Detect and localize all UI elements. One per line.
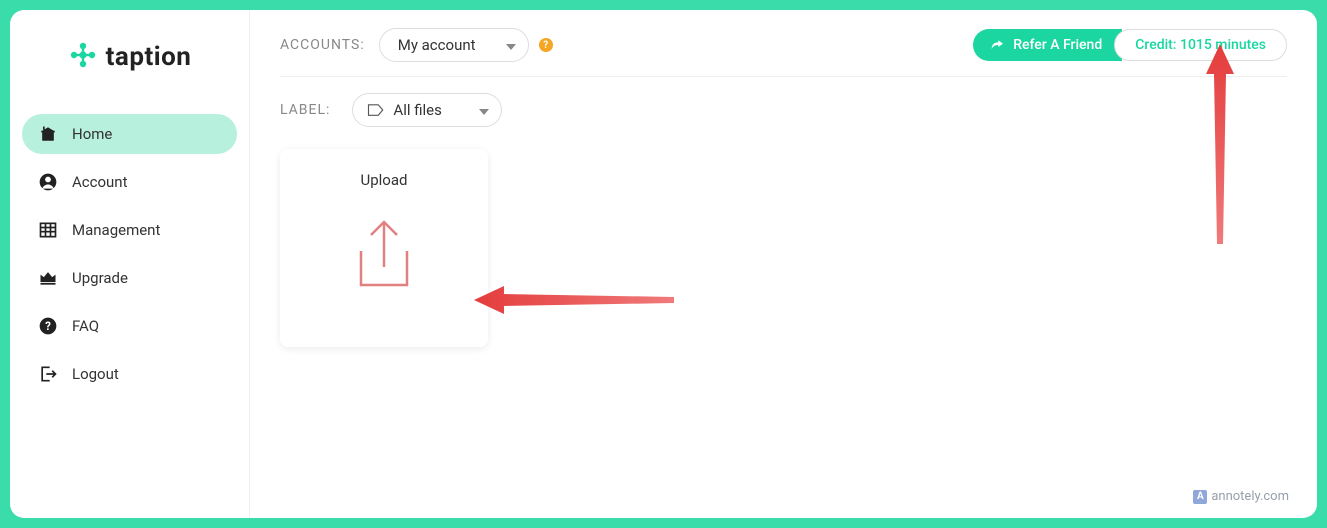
filter-row: LABEL: All files bbox=[280, 77, 1287, 143]
logo-text: taption bbox=[106, 42, 192, 72]
sidebar-item-label: Logout bbox=[72, 365, 119, 383]
refer-friend-button[interactable]: Refer A Friend bbox=[973, 29, 1122, 61]
faq-icon: ? bbox=[38, 316, 58, 336]
logout-icon bbox=[38, 364, 58, 384]
sidebar: taption Home Account Management bbox=[10, 10, 250, 518]
sidebar-item-label: Management bbox=[72, 221, 160, 239]
content-area: Upload bbox=[280, 149, 1287, 347]
credit-badge[interactable]: Credit: 1015 minutes bbox=[1114, 29, 1287, 61]
tag-icon bbox=[367, 103, 385, 117]
chevron-down-icon bbox=[506, 36, 516, 54]
app-frame: taption Home Account Management bbox=[10, 10, 1317, 518]
upload-icon bbox=[353, 217, 415, 295]
refer-friend-label: Refer A Friend bbox=[1013, 37, 1102, 53]
watermark-text: annotely.com bbox=[1211, 489, 1289, 504]
sidebar-item-upgrade[interactable]: Upgrade bbox=[22, 258, 237, 298]
sidebar-item-label: Upgrade bbox=[72, 269, 128, 287]
account-dropdown[interactable]: My account bbox=[379, 28, 529, 62]
svg-text:?: ? bbox=[45, 319, 51, 333]
credit-label: Credit: 1015 minutes bbox=[1135, 37, 1266, 53]
upload-title: Upload bbox=[361, 171, 408, 189]
sidebar-item-label: Home bbox=[72, 125, 112, 143]
label-dropdown[interactable]: All files bbox=[352, 93, 502, 127]
share-icon bbox=[989, 37, 1005, 53]
sidebar-item-home[interactable]: Home bbox=[22, 114, 237, 154]
label-label: LABEL: bbox=[280, 102, 330, 118]
help-icon[interactable]: ? bbox=[539, 38, 553, 52]
topbar: ACCOUNTS: My account ? Refer A Friend Cr… bbox=[280, 28, 1287, 77]
logo-icon bbox=[68, 40, 98, 74]
topbar-right: Refer A Friend Credit: 1015 minutes bbox=[973, 29, 1287, 61]
main-content: ACCOUNTS: My account ? Refer A Friend Cr… bbox=[250, 10, 1317, 518]
sidebar-item-account[interactable]: Account bbox=[22, 162, 237, 202]
chevron-down-icon bbox=[479, 101, 489, 119]
watermark-icon: A bbox=[1193, 490, 1207, 504]
logo: taption bbox=[10, 40, 249, 74]
accounts-label: ACCOUNTS: bbox=[280, 37, 365, 53]
sidebar-item-management[interactable]: Management bbox=[22, 210, 237, 250]
sidebar-item-logout[interactable]: Logout bbox=[22, 354, 237, 394]
upgrade-icon bbox=[38, 268, 58, 288]
nav: Home Account Management Upgrade bbox=[10, 114, 249, 402]
sidebar-item-label: FAQ bbox=[72, 317, 99, 335]
account-icon bbox=[38, 172, 58, 192]
topbar-left: ACCOUNTS: My account ? bbox=[280, 28, 553, 62]
label-dropdown-value: All files bbox=[393, 101, 441, 119]
upload-card[interactable]: Upload bbox=[280, 149, 488, 347]
sidebar-item-faq[interactable]: ? FAQ bbox=[22, 306, 237, 346]
home-icon bbox=[38, 124, 58, 144]
management-icon bbox=[38, 220, 58, 240]
watermark: A annotely.com bbox=[1193, 489, 1289, 504]
sidebar-item-label: Account bbox=[72, 173, 128, 191]
account-dropdown-value: My account bbox=[398, 36, 476, 54]
